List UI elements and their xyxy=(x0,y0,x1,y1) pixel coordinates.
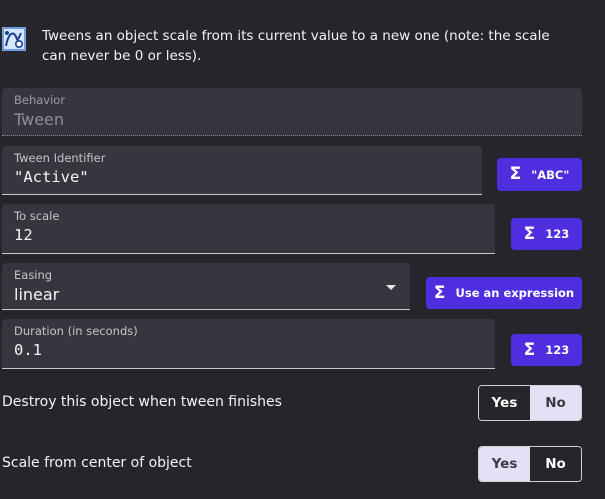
identifier-expression-label: "ABC" xyxy=(531,167,570,182)
to-scale-expression-label: 123 xyxy=(545,227,570,241)
instruction-description: Tweens an object scale from its current … xyxy=(42,28,550,64)
sigma-icon: Σ xyxy=(523,339,536,360)
identifier-expression-button[interactable]: Σ "ABC" xyxy=(497,158,582,191)
destroy-no-option[interactable]: No xyxy=(530,386,581,420)
duration-expression-button[interactable]: Σ 123 xyxy=(511,334,582,366)
destroy-yes-option[interactable]: Yes xyxy=(479,386,530,420)
easing-value[interactable]: linear xyxy=(14,285,59,304)
duration-label: Duration (in seconds) xyxy=(14,324,138,338)
to-scale-label: To scale xyxy=(14,209,60,223)
tween-identifier-label: Tween Identifier xyxy=(14,151,106,165)
tween-identifier-value[interactable]: "Active" xyxy=(14,168,89,186)
scale-center-label: Scale from center of object xyxy=(2,455,192,471)
tween-identifier-field[interactable]: Tween Identifier "Active" xyxy=(2,146,482,195)
scale-center-yes-option[interactable]: Yes xyxy=(479,447,530,481)
sigma-icon: Σ xyxy=(433,282,446,303)
easing-expression-button[interactable]: Σ Use an expression xyxy=(426,277,582,309)
chevron-down-icon[interactable] xyxy=(386,285,396,290)
easing-select[interactable]: Easing linear xyxy=(2,263,410,310)
to-scale-field[interactable]: To scale 12 xyxy=(2,204,495,254)
easing-expression-label: Use an expression xyxy=(455,286,575,300)
sigma-icon: Σ xyxy=(509,164,522,184)
sigma-icon: Σ xyxy=(523,223,536,244)
destroy-toggle[interactable]: Yes No xyxy=(478,385,582,421)
behavior-value: Tween xyxy=(14,110,65,129)
tween-scale-icon xyxy=(2,27,26,51)
easing-label: Easing xyxy=(14,268,53,282)
instruction-header: Tweens an object scale from its current … xyxy=(0,22,605,70)
scale-center-no-option[interactable]: No xyxy=(530,447,581,481)
behavior-field: Behavior Tween xyxy=(2,88,582,136)
duration-value[interactable]: 0.1 xyxy=(14,341,42,359)
scale-center-toggle[interactable]: Yes No xyxy=(478,446,582,482)
destroy-label: Destroy this object when tween finishes xyxy=(2,394,282,410)
duration-field[interactable]: Duration (in seconds) 0.1 xyxy=(2,319,495,369)
duration-expression-label: 123 xyxy=(545,343,570,357)
to-scale-expression-button[interactable]: Σ 123 xyxy=(511,218,582,250)
behavior-label: Behavior xyxy=(14,93,66,107)
to-scale-value[interactable]: 12 xyxy=(14,226,33,244)
